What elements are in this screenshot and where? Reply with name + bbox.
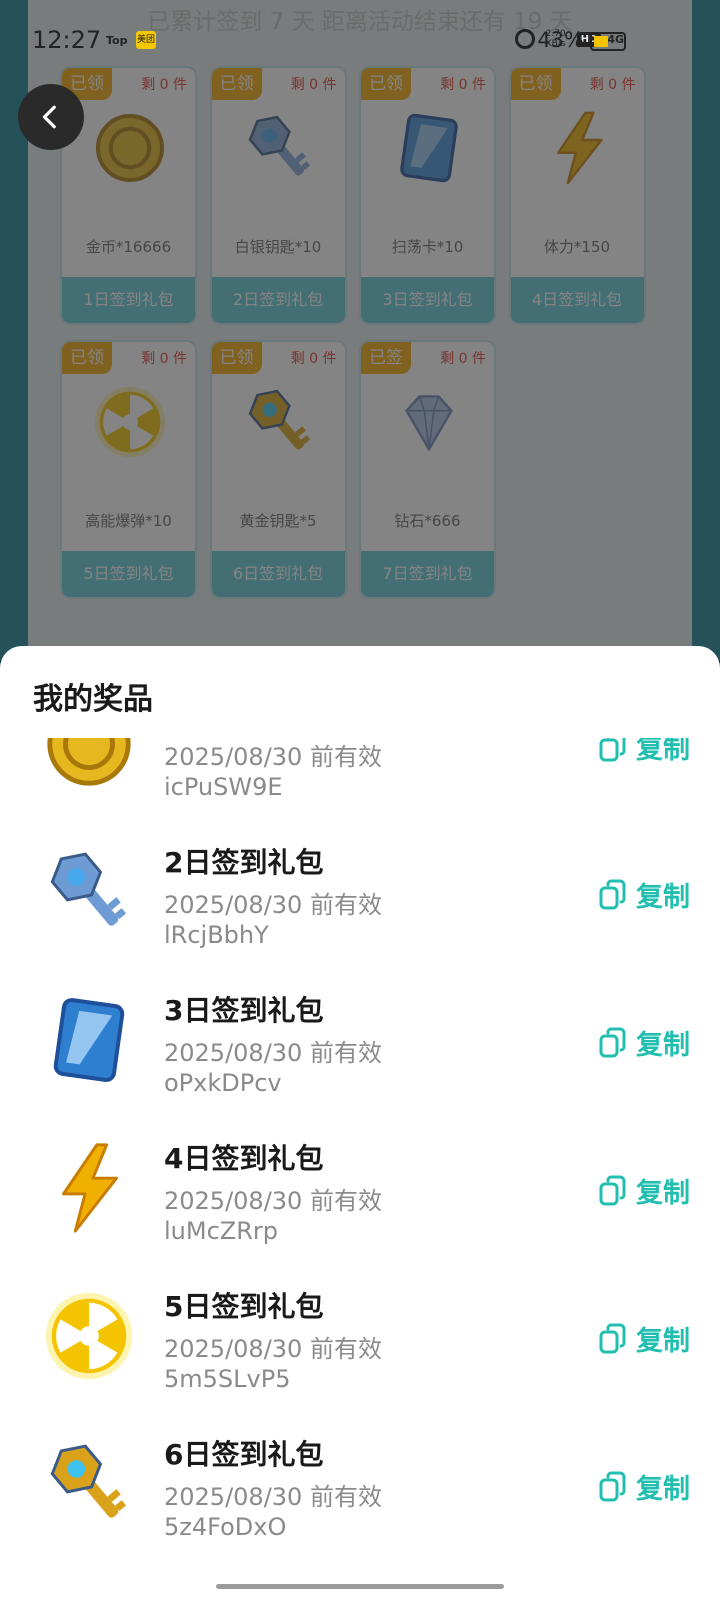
prize-expiry: 2025/08/30 前有效: [164, 1187, 382, 1215]
copy-label: 复制: [636, 882, 690, 913]
prize-expiry: 2025/08/30 前有效: [164, 1483, 382, 1511]
lightning-icon: [40, 1139, 138, 1237]
prize-list-item: 4日签到礼包 2025/08/30 前有效 luMcZRrp 复制: [0, 1115, 720, 1263]
copy-icon: [599, 1027, 626, 1057]
sweep-card-icon: [40, 991, 138, 1089]
back-button[interactable]: [18, 84, 84, 150]
copy-button[interactable]: 复制: [598, 1023, 690, 1062]
battery-percent: 43%: [537, 28, 584, 52]
alarm-icon: [514, 29, 535, 49]
gold-key-icon: [40, 1435, 138, 1533]
prize-title: 6日签到礼包: [164, 1438, 324, 1471]
my-prizes-sheet: 我的奖品 1日签到礼包2025/08/30 前有效icPuSW9E复制2日签到礼…: [0, 646, 720, 1605]
copy-icon: [599, 1323, 626, 1353]
prize-list-item: 5日签到礼包 2025/08/30 前有效 5m5SLvP5 复制: [0, 1263, 720, 1411]
battery-icon: [590, 32, 626, 51]
status-time: 12:27: [32, 26, 102, 54]
prize-expiry: 2025/08/30 前有效: [164, 891, 382, 919]
prize-list-item: 1日签到礼包2025/08/30 前有效icPuSW9E复制: [0, 738, 720, 819]
copy-label: 复制: [636, 1474, 690, 1505]
status-bar: 12:27 Top 美团 2.70 KB/s HD 4G 43%: [0, 24, 720, 60]
prize-list[interactable]: 1日签到礼包2025/08/30 前有效icPuSW9E复制2日签到礼包2025…: [0, 738, 720, 1568]
prize-title: 2日签到礼包: [164, 846, 324, 879]
redeem-code: 5z4FoDxO: [164, 1513, 287, 1541]
copy-label: 复制: [636, 738, 690, 765]
prize-title: 4日签到礼包: [164, 1142, 324, 1175]
copy-button[interactable]: 复制: [598, 875, 690, 914]
top-app-icon: Top: [106, 34, 128, 47]
redeem-code: luMcZRrp: [164, 1217, 278, 1245]
radiation-icon: [40, 1287, 138, 1385]
copy-icon: [599, 1471, 626, 1501]
chevron-left-icon: [42, 105, 56, 129]
redeem-code: icPuSW9E: [164, 773, 283, 801]
home-indicator[interactable]: [216, 1584, 504, 1589]
prize-list-item: 2日签到礼包 2025/08/30 前有效 lRcjBbhY 复制: [0, 819, 720, 967]
copy-icon: [599, 738, 626, 761]
copy-label: 复制: [636, 1178, 690, 1209]
prize-list-item: 6日签到礼包 2025/08/30 前有效 5z4FoDxO 复制: [0, 1411, 720, 1559]
redeem-code: oPxkDPcv: [164, 1069, 282, 1097]
redeem-code: lRcjBbhY: [164, 921, 269, 949]
coin-icon: [40, 738, 138, 793]
copy-button[interactable]: 复制: [598, 1319, 690, 1358]
copy-icon: [599, 879, 626, 909]
copy-button[interactable]: 复制: [598, 1171, 690, 1210]
silver-key-icon: [40, 843, 138, 941]
copy-button[interactable]: 复制: [598, 738, 690, 766]
meituan-app-icon: 美团: [136, 31, 156, 49]
copy-label: 复制: [636, 1030, 690, 1061]
copy-icon: [599, 1175, 626, 1205]
copy-label: 复制: [636, 1326, 690, 1357]
prize-expiry: 2025/08/30 前有效: [164, 743, 382, 771]
prize-title: 5日签到礼包: [164, 1290, 324, 1323]
prize-expiry: 2025/08/30 前有效: [164, 1335, 382, 1363]
sheet-title: 我的奖品: [33, 682, 153, 717]
redeem-code: 5m5SLvP5: [164, 1365, 291, 1393]
prize-expiry: 2025/08/30 前有效: [164, 1039, 382, 1067]
prize-list-item: 3日签到礼包 2025/08/30 前有效 oPxkDPcv 复制: [0, 967, 720, 1115]
copy-button[interactable]: 复制: [598, 1467, 690, 1506]
prize-title: 3日签到礼包: [164, 994, 324, 1027]
